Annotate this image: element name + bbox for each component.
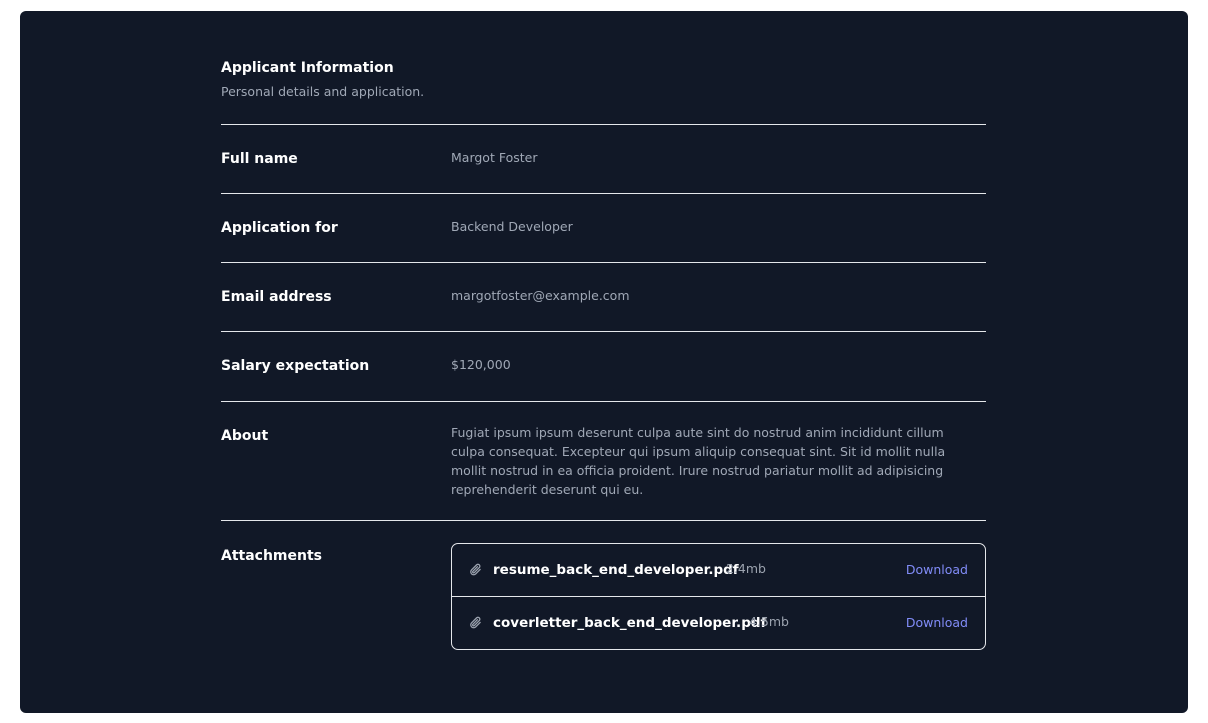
section-subtitle: Personal details and application. xyxy=(221,84,425,99)
field-label: About xyxy=(221,428,269,444)
field-row-full-name: Full name Margot Foster xyxy=(221,124,986,193)
attachment-list: resume_back_end_developer.pdf 2.4mb Down… xyxy=(451,543,986,650)
field-row-application-for: Application for Backend Developer xyxy=(221,193,986,262)
field-value: Backend Developer xyxy=(451,219,573,234)
paperclip-icon xyxy=(470,616,481,629)
section-header: Applicant Information Personal details a… xyxy=(221,11,986,124)
applicant-panel: Applicant Information Personal details a… xyxy=(20,11,1188,713)
field-row-salary: Salary expectation $120,000 xyxy=(221,331,986,401)
attachment-filename: coverletter_back_end_developer.pdf xyxy=(493,615,767,631)
field-value: margotfoster@example.com xyxy=(451,288,630,303)
field-row-email: Email address margotfoster@example.com xyxy=(221,262,986,331)
applicant-details: Applicant Information Personal details a… xyxy=(221,11,986,670)
field-row-about: About Fugiat ipsum ipsum deserunt culpa … xyxy=(221,401,986,520)
attachment-filename: resume_back_end_developer.pdf xyxy=(493,562,739,578)
attachment-item: coverletter_back_end_developer.pdf 4.5mb… xyxy=(452,596,985,649)
attachment-size: 2.4mb xyxy=(726,561,766,576)
field-label: Email address xyxy=(221,289,332,305)
field-label: Full name xyxy=(221,151,298,167)
section-title: Applicant Information xyxy=(221,60,394,76)
paperclip-icon xyxy=(470,563,481,576)
field-row-attachments: Attachments resume_back_end_developer.pd… xyxy=(221,520,986,670)
attachment-item: resume_back_end_developer.pdf 2.4mb Down… xyxy=(452,544,985,596)
field-label: Salary expectation xyxy=(221,358,370,374)
download-link[interactable]: Download xyxy=(906,561,968,579)
field-value: Fugiat ipsum ipsum deserunt culpa aute s… xyxy=(451,425,946,497)
field-label: Application for xyxy=(221,220,338,236)
field-label: Attachments xyxy=(221,548,323,564)
attachment-size: 4.5mb xyxy=(749,614,789,629)
download-link[interactable]: Download xyxy=(906,614,968,632)
field-value: Margot Foster xyxy=(451,150,538,165)
field-value: $120,000 xyxy=(451,357,511,372)
